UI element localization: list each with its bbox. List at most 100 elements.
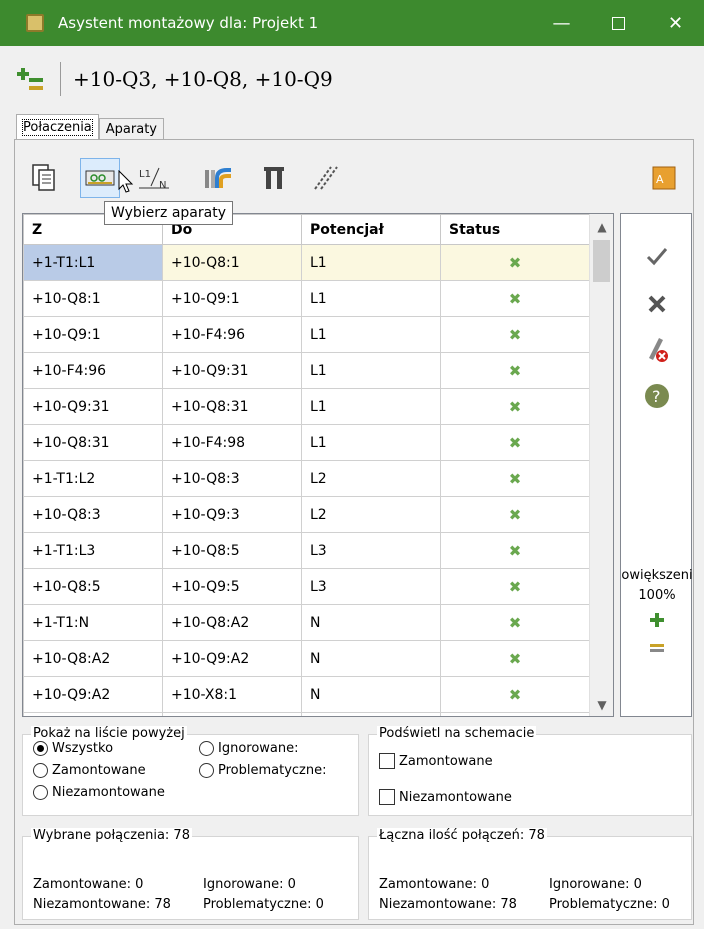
table-row[interactable]: +10-Q8:A2 +10-Q9:A2 N ✖	[23, 640, 590, 677]
table-row[interactable]: +10-X8:1+10-X8:3N✖	[23, 712, 590, 716]
report-icon[interactable]: A	[644, 158, 684, 198]
scroll-thumb[interactable]	[593, 240, 610, 282]
radio-mounted[interactable]: Zamontowane	[33, 763, 146, 778]
checkbox-highlight-mounted-label: Zamontowane	[399, 753, 493, 769]
cell-status: ✖	[440, 640, 590, 677]
cell-potential: L1	[301, 244, 441, 281]
table-row[interactable]: +1-T1:L3 +10-Q8:5 L3 ✖	[23, 532, 590, 569]
zoom-label: owiększeni	[621, 568, 693, 583]
selected-ignored: Ignorowane: 0	[203, 877, 296, 892]
devices-header: +10-Q3, +10-Q8, +10-Q9	[0, 46, 704, 112]
radio-ignored[interactable]: Ignorowane:	[199, 741, 299, 756]
status-x-icon: ✖	[508, 649, 522, 668]
status-x-icon: ✖	[508, 361, 522, 380]
cell-potential: L3	[301, 532, 441, 569]
zoom-out-icon[interactable]	[621, 642, 693, 658]
cell-potential: L1	[301, 424, 441, 461]
copy-icon[interactable]	[24, 158, 64, 198]
radio-all[interactable]: Wszystko	[33, 741, 113, 756]
close-button[interactable]: ✕	[647, 0, 704, 46]
status-x-icon: ✖	[508, 325, 522, 344]
table-row[interactable]: +10-Q9:31 +10-Q8:31 L1 ✖	[23, 388, 590, 425]
maximize-button[interactable]	[590, 0, 647, 46]
table-row[interactable]: +1-T1:L2 +10-Q8:3 L2 ✖	[23, 460, 590, 497]
select-devices-icon[interactable]	[80, 158, 120, 198]
radio-unmounted-label: Niezamontowane	[52, 785, 165, 800]
cell-potential: L1	[301, 388, 441, 425]
minimize-button[interactable]: —	[533, 0, 590, 46]
selected-stats-group: Wybrane połączenia: 78 Zamontowane: 0 Ig…	[22, 828, 359, 920]
scroll-down-icon[interactable]: ▼	[590, 698, 613, 712]
filter-group: Pokaż na liście powyżej Wszystko Ignorow…	[22, 726, 359, 816]
table-row[interactable]: +1-T1:N +10-Q8:A2 N ✖	[23, 604, 590, 641]
connections-table: Z Do Potencjał Status +1-T1:L1 +10-Q8:1 L1…	[23, 214, 590, 716]
terminal-icon[interactable]	[254, 158, 294, 198]
cell-potential: L1	[301, 352, 441, 389]
zoom-in-icon[interactable]	[621, 612, 693, 632]
tooltip: Wybierz aparaty	[104, 201, 233, 225]
edit-problem-icon[interactable]	[621, 334, 693, 368]
cell-from: +1-T1:L3	[23, 532, 163, 569]
cell-status: ✖	[440, 676, 590, 713]
column-header-status[interactable]: Status	[440, 214, 590, 245]
svg-text:L1: L1	[139, 169, 151, 180]
total-stats-group: Łączna ilość połączeń: 78 Zamontowane: 0…	[368, 828, 692, 920]
checkbox-highlight-unmounted[interactable]: Niezamontowane	[379, 789, 512, 805]
total-unmounted: Niezamontowane: 78	[379, 897, 517, 912]
tab-devices[interactable]: Aparaty	[98, 118, 164, 140]
potential-icon[interactable]: L1 N	[134, 158, 174, 198]
cell-potential: L3	[301, 568, 441, 605]
table-row[interactable]: +10-Q8:3 +10-Q9:3 L2 ✖	[23, 496, 590, 533]
vertical-scrollbar[interactable]: ▲ ▼	[589, 214, 613, 716]
window-title: Asystent montażowy dla: Projekt 1	[58, 14, 319, 32]
radio-problematic[interactable]: Problematyczne:	[199, 763, 327, 778]
cell-status: ✖	[440, 244, 590, 281]
cell-from: +10-X8:1	[23, 712, 163, 716]
cable-icon[interactable]	[198, 158, 238, 198]
cell-status: ✖	[440, 352, 590, 389]
cell-from: +10-Q9:31	[23, 388, 163, 425]
tab-connections[interactable]: Połaczenia	[16, 114, 99, 141]
table-row[interactable]: +10-Q8:5 +10-Q9:5 L3 ✖	[23, 568, 590, 605]
highlight-group-title: Podświetl na schemacie	[377, 726, 537, 741]
table-row[interactable]: +1-T1:L1 +10-Q8:1 L1 ✖	[23, 244, 590, 281]
cell-from: +10-Q9:1	[23, 316, 163, 353]
cell-from: +10-Q8:A2	[23, 640, 163, 677]
mouse-cursor-icon	[118, 169, 134, 198]
cross-icon[interactable]	[621, 294, 693, 318]
checkbox-highlight-mounted[interactable]: Zamontowane	[379, 753, 493, 769]
cell-status: ✖	[440, 280, 590, 317]
cell-to: +10-Q9:3	[162, 496, 302, 533]
radio-problematic-label: Problematyczne:	[218, 763, 327, 778]
table-row[interactable]: +10-Q9:A2 +10-X8:1 N ✖	[23, 676, 590, 713]
cell-to: +10-Q9:31	[162, 352, 302, 389]
tab-devices-label: Aparaty	[105, 122, 157, 137]
cell-potential: N	[301, 676, 441, 713]
status-x-icon: ✖	[508, 253, 522, 272]
cell-to: +10-Q8:A2	[162, 604, 302, 641]
cell-status: ✖	[440, 316, 590, 353]
total-mounted: Zamontowane: 0	[379, 877, 490, 892]
cell-status: ✖	[440, 604, 590, 641]
table-row[interactable]: +10-Q8:1 +10-Q9:1 L1 ✖	[23, 280, 590, 317]
cell-potential: N	[301, 712, 441, 716]
cell-status: ✖	[440, 712, 590, 716]
wires-icon[interactable]	[306, 158, 346, 198]
cell-to: +10-Q8:3	[162, 460, 302, 497]
status-x-icon: ✖	[508, 397, 522, 416]
cell-status: ✖	[440, 568, 590, 605]
cell-potential: L2	[301, 460, 441, 497]
help-icon[interactable]: ?	[621, 382, 693, 414]
table-row[interactable]: +10-Q9:1 +10-F4:96 L1 ✖	[23, 316, 590, 353]
title-bar: Asystent montażowy dla: Projekt 1 — ✕	[0, 0, 704, 46]
total-problematic: Problematyczne: 0	[549, 897, 670, 912]
scroll-up-icon[interactable]: ▲	[590, 220, 613, 234]
column-header-potential[interactable]: Potencjał	[301, 214, 441, 245]
radio-unmounted[interactable]: Niezamontowane	[33, 785, 165, 800]
add-remove-devices-icon[interactable]	[16, 62, 50, 96]
connections-grid[interactable]: Z Do Potencjał Status +1-T1:L1 +10-Q8:1 L1…	[22, 213, 614, 717]
table-row[interactable]: +10-Q8:31 +10-F4:98 L1 ✖	[23, 424, 590, 461]
table-row[interactable]: +10-F4:96 +10-Q9:31 L1 ✖	[23, 352, 590, 389]
check-icon[interactable]	[621, 246, 693, 270]
cell-from: +10-F4:96	[23, 352, 163, 389]
